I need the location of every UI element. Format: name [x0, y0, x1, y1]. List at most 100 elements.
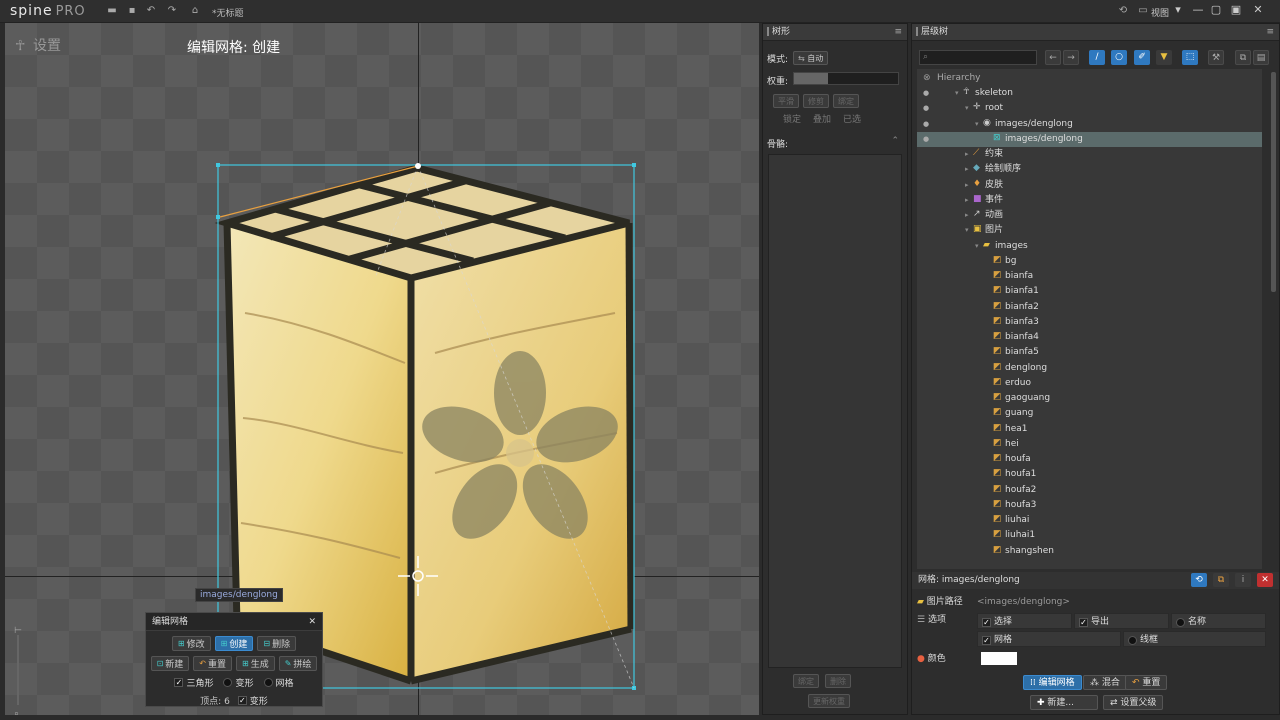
mesh-vertex[interactable]: [415, 163, 421, 169]
undo-icon[interactable]: ↶: [146, 6, 156, 16]
expand-arrow-icon[interactable]: ▸: [965, 193, 973, 208]
edit-mesh-button[interactable]: ⁞⁞ 编辑网格: [1023, 675, 1082, 690]
tree-row[interactable]: ◩ liuhai: [917, 513, 1262, 528]
restore-icon[interactable]: ▢: [1208, 3, 1224, 17]
mode-dropdown[interactable]: ⇆ 自动: [793, 51, 829, 65]
slots-filter-button[interactable]: ○: [1111, 50, 1127, 65]
image-path-value[interactable]: <images/denglong>: [977, 594, 1070, 611]
tree-row[interactable]: ● ⊠ images/denglong: [917, 131, 1262, 147]
panel-menu-icon[interactable]: ≡: [1266, 24, 1274, 41]
maximize-icon[interactable]: ▣: [1228, 3, 1244, 17]
arrow-left-icon[interactable]: ←: [1045, 50, 1061, 65]
remove-button[interactable]: 删除: [825, 674, 851, 688]
bind-weights-button[interactable]: 绑定: [833, 94, 859, 108]
option-name-checkbox[interactable]: 名称: [1171, 613, 1266, 629]
option-wireframe-checkbox[interactable]: 线框: [1123, 631, 1266, 647]
duplicate-icon[interactable]: ⧉: [1213, 573, 1229, 587]
triangles-checkbox[interactable]: ✓ 三角形: [174, 676, 213, 689]
sync-icon[interactable]: ⟲: [1118, 6, 1128, 16]
open-icon[interactable]: ▬: [107, 6, 117, 16]
option-mesh-checkbox[interactable]: ✓ 网格: [977, 631, 1121, 647]
collapse-icon[interactable]: ⌃: [891, 136, 899, 146]
new-button[interactable]: ✚ 新建...: [1030, 695, 1098, 710]
option-select-checkbox[interactable]: ✓ 选择: [977, 613, 1072, 629]
paste-button[interactable]: ▤: [1253, 50, 1269, 65]
tree-scrollbar[interactable]: [1271, 72, 1276, 292]
color-swatch[interactable]: [981, 652, 1017, 665]
tree-row[interactable]: ◩ gaoguang: [917, 391, 1262, 406]
expand-arrow-icon[interactable]: ▾: [965, 223, 973, 238]
constraints-filter-button[interactable]: ▼: [1156, 50, 1172, 65]
expand-arrow-icon[interactable]: ▸: [965, 208, 973, 223]
tree-row[interactable]: ◩ hei: [917, 437, 1262, 452]
tree-row[interactable]: ▸ ⟋ 约束: [917, 147, 1262, 162]
tree-row[interactable]: ◩ liuhai1: [917, 528, 1262, 543]
tree-row[interactable]: ◩ bianfa5: [917, 345, 1262, 360]
trace-button[interactable]: ✎ 拼绘: [278, 656, 318, 671]
copy-button[interactable]: ⧉: [1235, 50, 1251, 65]
tree-row[interactable]: ◩ guang: [917, 406, 1262, 421]
delete-button[interactable]: ⊟ 删除: [257, 636, 297, 651]
tree-row[interactable]: ▸ ■ 事件: [917, 193, 1262, 208]
bones-list[interactable]: [768, 154, 902, 668]
tree-row[interactable]: ◩ bianfa: [917, 269, 1262, 284]
tree-row[interactable]: ◩ bg: [917, 254, 1262, 269]
chevron-down-icon[interactable]: ▾: [1170, 3, 1186, 17]
generate-button[interactable]: ⊞ 生成: [236, 656, 275, 671]
prune-button[interactable]: 修剪: [803, 94, 829, 108]
overlay-toggle[interactable]: 叠加: [813, 112, 831, 125]
arrow-right-icon[interactable]: →: [1063, 50, 1079, 65]
tree-row[interactable]: ● ▾ ☥ skeleton: [917, 86, 1262, 101]
modify-button[interactable]: ⊞ 修改: [171, 636, 211, 651]
close-icon[interactable]: ✕: [308, 613, 316, 631]
tree-row[interactable]: ▸ ↗ 动画: [917, 208, 1262, 223]
set-parent-button[interactable]: ⇄ 设置父级: [1103, 695, 1164, 710]
tree-row[interactable]: ◩ erduo: [917, 376, 1262, 391]
attachments-filter-button[interactable]: ✐: [1134, 50, 1150, 65]
zoom-slider[interactable]: ⊢ ⌕: [12, 623, 24, 715]
minimize-icon[interactable]: —: [1190, 3, 1206, 17]
option-export-checkbox[interactable]: ✓ 导出: [1074, 613, 1169, 629]
create-button[interactable]: ⊞ 创建: [214, 636, 254, 651]
reset-button[interactable]: ↶ 重置: [193, 656, 232, 671]
tree-row[interactable]: ◩ bianfa2: [917, 300, 1262, 315]
tree-row[interactable]: ◩ houfa3: [917, 498, 1262, 513]
bones-filter-button[interactable]: /: [1089, 50, 1105, 65]
hierarchy-root[interactable]: ⊗ Hierarchy: [917, 71, 1262, 86]
reset-button[interactable]: ↶ 重置: [1125, 675, 1168, 690]
close-icon[interactable]: ✕: [1250, 3, 1266, 17]
export-icon[interactable]: ⌂: [190, 6, 200, 16]
tree-row[interactable]: ▾ ▣ 图片: [917, 223, 1262, 238]
hierarchy-tree[interactable]: ⊗ Hierarchy ● ▾ ☥ skeleton ● ▾ ✛ root ● ▾ ◉ images/d…: [917, 69, 1262, 569]
visibility-eye-icon[interactable]: ●: [923, 86, 929, 101]
new-button[interactable]: ⊡ 新建: [150, 656, 190, 671]
bind-button[interactable]: 绑定: [793, 674, 819, 688]
visibility-eye-icon[interactable]: ●: [923, 101, 929, 116]
expand-arrow-icon[interactable]: ▸: [965, 162, 973, 177]
tree-row[interactable]: ◩ shangshen: [917, 544, 1262, 559]
monitor-icon[interactable]: ▭: [1138, 6, 1148, 16]
tree-row[interactable]: ▸ ♦ 皮肤: [917, 178, 1262, 193]
tree-row[interactable]: ▸ ◆ 绘制顺序: [917, 162, 1262, 177]
tools-button[interactable]: ⚒: [1208, 50, 1224, 65]
viewport[interactable]: ☥ 设置 编辑网格: 创建 images/denglong ⊢ ⌕: [5, 23, 759, 715]
tree-row[interactable]: ◩ houfa1: [917, 467, 1262, 482]
visibility-eye-icon[interactable]: ●: [923, 132, 929, 147]
tween-button[interactable]: ⁂ 混合: [1083, 675, 1127, 690]
search-input[interactable]: ⌕: [919, 50, 1037, 65]
tree-row[interactable]: ● ▾ ✛ root: [917, 101, 1262, 116]
grid-radio[interactable]: 网格: [263, 676, 294, 689]
sync-icon[interactable]: ⟲: [1191, 573, 1207, 587]
save-icon[interactable]: ▪: [127, 6, 137, 16]
tree-row[interactable]: ◩ bianfa4: [917, 330, 1262, 345]
info-icon[interactable]: i: [1235, 573, 1251, 587]
expand-arrow-icon[interactable]: ▸: [965, 147, 973, 162]
view-menu[interactable]: 视图: [1151, 6, 1169, 19]
tree-row[interactable]: ◩ houfa: [917, 452, 1262, 467]
deform-radio[interactable]: 变形: [223, 676, 254, 689]
expand-arrow-icon[interactable]: ▾: [955, 86, 963, 101]
panel-menu-icon[interactable]: ≡: [894, 24, 902, 41]
tree-row[interactable]: ◩ bianfa1: [917, 284, 1262, 299]
lantern-attachment[interactable]: [5, 23, 759, 715]
smooth-button[interactable]: 平滑: [773, 94, 799, 108]
